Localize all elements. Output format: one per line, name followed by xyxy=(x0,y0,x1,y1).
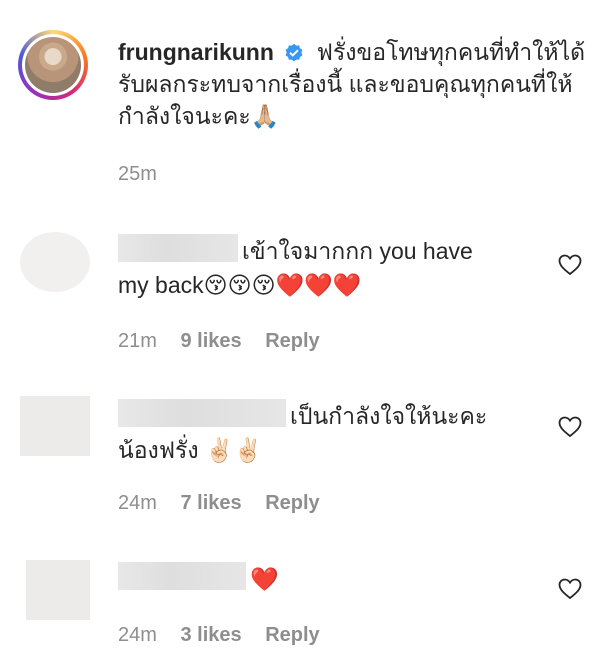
author-avatar[interactable] xyxy=(18,30,88,100)
post-time[interactable]: 25m xyxy=(118,163,157,186)
comment-time[interactable]: 21m xyxy=(118,330,157,352)
comment-meta: 21m 9 likes Reply xyxy=(118,330,338,353)
comment-line-2: น้องฟรั่ง ✌🏻✌🏻 xyxy=(118,437,263,463)
verified-badge-icon xyxy=(285,43,303,62)
comment-text: เข้าใจมากกก you have my back😚😚😚❤️❤️❤️ xyxy=(118,234,528,302)
comment-line-1: ❤️ xyxy=(250,566,279,592)
heart-outline-icon[interactable] xyxy=(558,578,582,600)
heart-outline-icon[interactable] xyxy=(558,254,582,276)
comment-text: ❤️ xyxy=(118,562,528,596)
author-username[interactable]: frungnarikunn xyxy=(118,39,274,65)
comment-meta: 24m 7 likes Reply xyxy=(118,492,338,515)
reply-button[interactable]: Reply xyxy=(265,492,319,514)
comment-line-1: เข้าใจมากกก you have xyxy=(242,238,473,264)
avatar-ring-gap xyxy=(22,34,84,96)
caption-text: frungnarikunn ฟรั่งขอโทษทุกคนที่ทำให้ได้… xyxy=(118,36,588,132)
comment-line-2: my back😚😚😚❤️❤️❤️ xyxy=(118,272,362,298)
comment-time[interactable]: 24m xyxy=(118,624,157,646)
reply-button[interactable]: Reply xyxy=(265,330,319,352)
comment-line-1: เป็นกำลังใจให้นะคะ xyxy=(290,403,488,429)
commenter-avatar[interactable] xyxy=(20,232,90,292)
commenter-username-blurred[interactable] xyxy=(118,562,246,590)
commenter-avatar[interactable] xyxy=(20,396,90,456)
comment-likes[interactable]: 7 likes xyxy=(180,492,241,514)
comment-meta: 24m 3 likes Reply xyxy=(118,624,338,647)
comment-time[interactable]: 24m xyxy=(118,492,157,514)
comment-text: เป็นกำลังใจให้นะคะ น้องฟรั่ง ✌🏻✌🏻 xyxy=(118,399,528,467)
heart-outline-icon[interactable] xyxy=(558,416,582,438)
reply-button[interactable]: Reply xyxy=(265,624,319,646)
avatar-photo xyxy=(25,37,81,93)
commenter-avatar[interactable] xyxy=(26,560,90,620)
commenter-username-blurred[interactable] xyxy=(118,234,238,262)
comment-likes[interactable]: 9 likes xyxy=(180,330,241,352)
comment-likes[interactable]: 3 likes xyxy=(180,624,241,646)
commenter-username-blurred[interactable] xyxy=(118,399,286,427)
